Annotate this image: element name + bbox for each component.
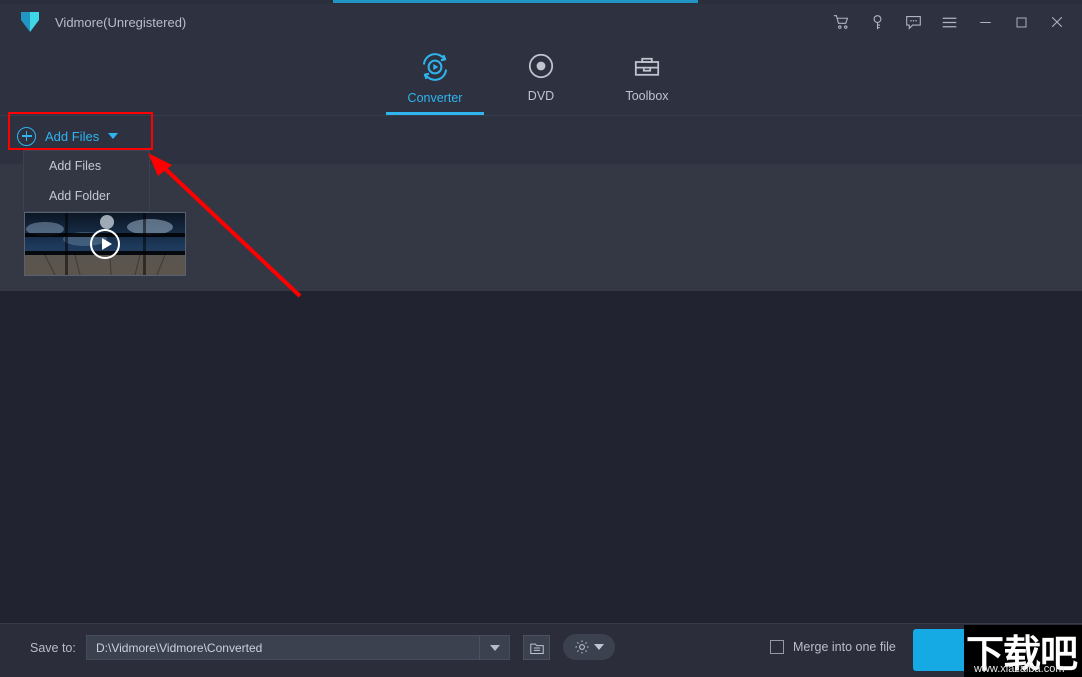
file-toolbar: Add Files Converting Converted Convert A… [0,116,1082,156]
add-files-label: Add Files [45,129,99,144]
save-to-label: Save to: [30,641,76,655]
gear-icon [574,639,590,655]
application-window: Vidmore(Unregistered) [0,0,1082,677]
tab-converter[interactable]: Converter [382,40,488,115]
play-button-overlay[interactable] [90,229,120,259]
feedback-icon[interactable] [896,7,930,37]
tab-toolbox[interactable]: Toolbox [594,40,700,115]
app-title: Vidmore(Unregistered) [55,15,186,30]
menu-icon[interactable] [932,7,966,37]
tab-converter-label: Converter [408,91,463,105]
minimize-icon[interactable] [968,7,1002,37]
site-watermark: 下载吧 www.xiazaiba.com [964,625,1082,677]
tab-dvd-label: DVD [528,89,554,103]
chevron-down-icon [490,645,500,651]
output-settings-button[interactable] [563,634,615,660]
chevron-down-icon [108,133,118,139]
file-list-item: Source: 我的项目1 20...1-22.avi i AVI | 1920… [0,164,1082,291]
main-nav-tabs: Converter DVD Toolbox [0,40,1082,116]
vidmore-logo-icon [17,9,43,35]
merge-label: Merge into one file [793,640,896,654]
play-triangle-icon [102,238,112,250]
save-path-field[interactable]: D:\Vidmore\Vidmore\Converted [86,635,510,660]
chevron-down-icon [594,644,604,650]
key-icon[interactable] [860,7,894,37]
watermark-url: www.xiazaiba.com [974,663,1064,675]
window-controls [824,4,1074,40]
save-path-value: D:\Vidmore\Vidmore\Converted [87,641,479,655]
cart-icon[interactable] [824,7,858,37]
checkbox-box [770,640,784,654]
video-thumbnail[interactable] [24,212,186,276]
tab-dvd[interactable]: DVD [488,40,594,115]
menu-item-add-folder[interactable]: Add Folder [24,181,149,211]
add-files-dropdown-menu: Add Files Add Folder [23,150,150,212]
maximize-icon[interactable] [1004,7,1038,37]
file-list-empty-area [0,291,1082,623]
merge-into-one-file-checkbox[interactable]: Merge into one file [770,640,896,654]
tab-accent-line [333,0,698,3]
save-path-dropdown[interactable] [479,636,509,659]
close-icon[interactable] [1040,7,1074,37]
plus-circle-icon [17,127,36,146]
tab-toolbox-label: Toolbox [625,89,668,103]
add-files-button[interactable]: Add Files [17,124,118,148]
title-bar: Vidmore(Unregistered) [0,4,1082,40]
menu-item-add-files[interactable]: Add Files [24,151,149,181]
browse-folder-button[interactable] [523,635,550,660]
